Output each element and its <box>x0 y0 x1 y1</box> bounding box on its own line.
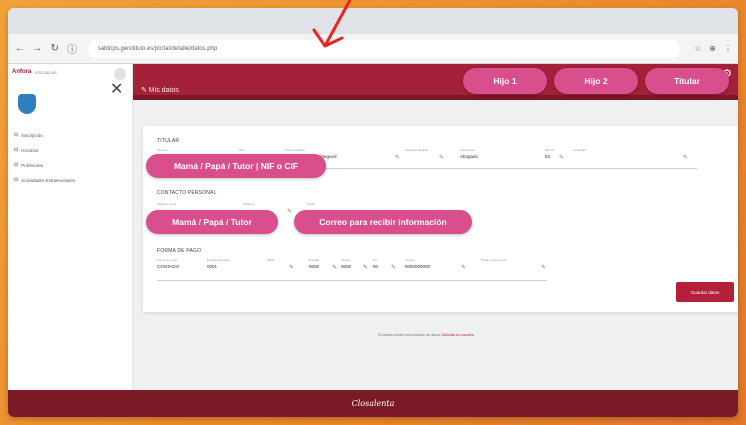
pago-titular-cuenta-field[interactable]: Titular de la cuenta <box>481 258 541 264</box>
reload-button[interactable]: ↻ <box>49 43 60 54</box>
edit-pencil-icon[interactable]: ✎ <box>395 154 400 161</box>
section-title-titular: TITULAR <box>157 138 180 144</box>
edit-pencil-icon[interactable]: ✎ <box>559 154 564 161</box>
tab-hijo-1[interactable]: Hijo 1 <box>463 68 547 94</box>
edit-pencil-icon[interactable]: ✎ <box>289 264 294 271</box>
field-label: Teléfono <box>243 202 255 206</box>
sidebar-item-label: Inscripción <box>21 132 43 138</box>
tab-hijo-2[interactable]: Hijo 2 <box>554 68 638 94</box>
brand-logo[interactable]: Anfora <box>12 69 31 75</box>
field-label: Titular de la cuenta <box>481 258 507 262</box>
edit-pencil-icon[interactable]: ✎ <box>391 264 396 271</box>
field-value: CONTADO <box>157 264 180 269</box>
edit-pencil-icon[interactable]: ✎ <box>287 208 292 215</box>
pago-iban-field[interactable]: IBAN <box>267 258 287 264</box>
address-bar[interactable]: sabtrips.gerotitulo.es/portal/detalle/da… <box>87 39 681 58</box>
forward-button[interactable]: → <box>31 43 42 54</box>
pago-forma-field[interactable]: Forma de pago CONTADO <box>157 258 201 269</box>
screenshot-frame: ← → ↻ ⓘ sabtrips.gerotitulo.es/portal/de… <box>8 8 738 417</box>
sidebar: Anfora ESCUELAS ✕ ⊟ Inscripción ⊟ Horarios… <box>8 64 133 390</box>
menu-item-icon: ⊟ <box>14 132 19 138</box>
edit-pencil-icon[interactable]: ✎ <box>461 264 466 271</box>
sidebar-item-label: Actividades Extraescolares <box>21 177 76 183</box>
close-icon[interactable]: ✕ <box>110 82 123 98</box>
menu-icon[interactable]: ⋮ <box>724 44 732 53</box>
edit-pencil-icon[interactable]: ✎ <box>541 264 546 271</box>
field-label: Primer apellido <box>285 148 306 152</box>
menu-item-icon: ⊟ <box>14 162 19 168</box>
field-label: Segundo apellido <box>405 148 429 152</box>
back-button[interactable]: ← <box>14 43 25 54</box>
bookmark-icon[interactable]: ☆ <box>694 44 701 53</box>
pago-dc-field[interactable]: DC 00 <box>373 258 389 269</box>
pago-entidad-bancaria-field[interactable]: Entidad bancaria 0001 <box>207 258 255 269</box>
menu-item-icon: ⊟ <box>14 147 19 153</box>
field-label: IBAN <box>267 258 275 262</box>
callout-titular: Mamá / Papá / Tutor | NIF o CIF <box>146 154 326 178</box>
contacto-telefono-field[interactable]: Teléfono <box>243 202 283 208</box>
field-label: Entidad bancaria <box>207 258 230 262</box>
browser-titlebar <box>8 8 738 34</box>
menu-item-icon: ⊟ <box>14 177 19 183</box>
field-label: Forma de pago <box>157 258 178 262</box>
field-label: Email <box>307 202 315 206</box>
sidebar-item-label: Horarios <box>21 147 39 153</box>
footer-logo: Closalenta <box>351 399 395 408</box>
callout-contact-name: Mamá / Papá / Tutor <box>146 210 278 234</box>
browser-icons: ☆ ⊕ ⋮ <box>694 44 732 53</box>
field-value: Abogado <box>460 154 479 159</box>
sidebar-user: ESCUELAS <box>35 69 57 75</box>
edit-pencil-icon[interactable]: ✎ <box>439 154 444 161</box>
footer-note-link[interactable]: Solicitar un usuario <box>442 333 474 337</box>
footer-note: Si desea recibir información de datos So… <box>378 333 474 337</box>
field-label: DC <box>373 258 378 262</box>
field-value: 0000 <box>341 264 352 269</box>
sidebar-item-label: Profesores <box>21 162 43 168</box>
edit-pencil-icon[interactable]: ✎ <box>683 154 688 161</box>
tab-titular[interactable]: Titular <box>645 68 729 94</box>
sidebar-item-horarios[interactable]: ⊟ Horarios <box>14 147 75 153</box>
pago-entidad-field[interactable]: Entidad 0000 <box>309 258 331 269</box>
field-label: Parentesco <box>460 148 476 152</box>
pago-cuenta-field[interactable]: Cuenta 0000000000 <box>405 258 455 269</box>
footer-bar: Closalenta <box>8 390 738 417</box>
field-value: 00 <box>373 264 379 269</box>
footer-note-text: Si desea recibir información de datos <box>378 333 441 337</box>
pago-oficina-field[interactable]: Oficina 0000 <box>341 258 363 269</box>
page-title: ✎ Mis datos <box>141 87 179 94</box>
titular-parentesco-field[interactable]: Parentesco Abogado <box>460 148 530 159</box>
browser-toolbar: ← → ↻ ⓘ sabtrips.gerotitulo.es/portal/de… <box>8 34 738 64</box>
contacto-movil-field[interactable]: Teléfono móvil <box>157 202 227 208</box>
titular-localidad-field[interactable]: Localidad <box>573 148 673 154</box>
field-label: Nombre <box>157 148 168 152</box>
field-label: Localidad <box>573 148 586 152</box>
callout-email: Correo para recibir información <box>294 210 472 234</box>
field-label: NIF <box>239 148 244 152</box>
field-value: 0001 <box>207 264 218 269</box>
edit-pencil-icon[interactable]: ✎ <box>363 264 368 271</box>
sidebar-item-actividades[interactable]: ⊟ Actividades Extraescolares <box>14 177 75 183</box>
section-title-contacto: CONTACTO PERSONAL <box>157 190 217 196</box>
sidebar-item-inscripcion[interactable]: ⊟ Inscripción <box>14 132 75 138</box>
field-value: 0000000000 <box>405 264 431 269</box>
field-label: Entidad <box>309 258 320 262</box>
field-label: Teléfono móvil <box>157 202 177 206</box>
sidebar-item-profesores[interactable]: ⊟ Profesores <box>14 162 75 168</box>
field-label: Oficina <box>341 258 351 262</box>
divider <box>157 280 547 281</box>
school-crest-icon <box>18 94 36 114</box>
field-label: Cuenta <box>405 258 415 262</box>
field-value: 0000 <box>309 264 320 269</box>
extension-icon[interactable]: ⊕ <box>709 44 716 53</box>
field-label: Idioma <box>545 148 555 152</box>
site-info-icon[interactable]: ⓘ <box>66 41 77 56</box>
collapse-toggle[interactable] <box>114 68 126 80</box>
edit-pencil-icon[interactable]: ✎ <box>332 264 337 271</box>
save-button[interactable]: Guardar datos <box>676 282 734 302</box>
annotation-arrow-icon <box>312 0 352 48</box>
section-title-pago: FORMA DE PAGO <box>157 248 202 254</box>
contacto-email-field[interactable]: Email <box>307 202 367 208</box>
sidebar-menu: ⊟ Inscripción ⊟ Horarios ⊟ Profesores ⊟ Acti… <box>14 132 75 192</box>
